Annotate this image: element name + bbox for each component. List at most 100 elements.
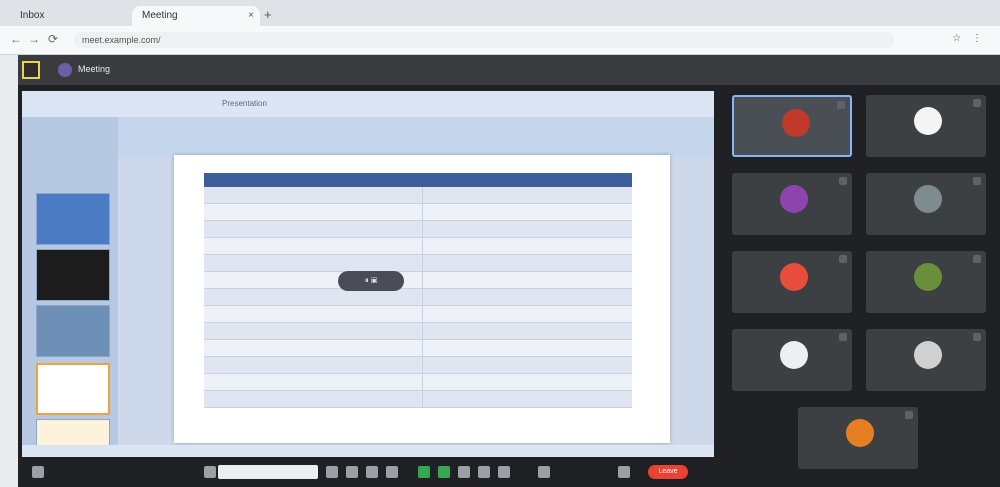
address-bar[interactable]: meet.example.com/: [74, 32, 894, 48]
participant-tile[interactable]: [732, 329, 852, 391]
table-cell: [422, 187, 632, 204]
mic-muted-icon: [973, 99, 981, 107]
search-input[interactable]: [218, 465, 318, 479]
presentation-caption: Presentation: [222, 99, 267, 108]
table-cell: [422, 305, 632, 323]
participant-tile[interactable]: [866, 251, 986, 313]
table-cell: [422, 339, 632, 357]
table-row: [204, 187, 632, 204]
browser-tab-bar: Inbox Meeting × +: [0, 0, 1000, 26]
table-cell: [422, 203, 632, 221]
address-bar-value: meet.example.com/: [82, 35, 161, 45]
settings-icon[interactable]: [538, 466, 550, 478]
table-cell: [204, 305, 423, 323]
back-icon[interactable]: ←: [10, 32, 22, 46]
slide-thumbnail-selected[interactable]: [36, 363, 110, 415]
reload-icon[interactable]: ⟳: [48, 32, 58, 46]
mic-muted-icon: [839, 177, 847, 185]
participant-avatar: [914, 263, 942, 291]
table-header-cell: [422, 173, 632, 187]
more-icon[interactable]: [498, 466, 510, 478]
table-cell: [204, 339, 423, 357]
present-icon[interactable]: [418, 466, 430, 478]
toolbar-icons[interactable]: ☆ ⋮: [952, 33, 986, 44]
table-cell: [422, 220, 632, 238]
table-cell: [204, 322, 423, 340]
meeting-header: Meeting: [18, 55, 1000, 85]
chat-icon[interactable]: [386, 466, 398, 478]
mic-icon[interactable]: [326, 466, 338, 478]
table-cell: [422, 288, 632, 306]
menu-icon[interactable]: [32, 466, 44, 478]
browser-toolbar: ← → ⟳ meet.example.com/ ☆ ⋮: [0, 26, 1000, 55]
table-row: [204, 220, 632, 238]
participant-avatar: [914, 341, 942, 369]
table-row: [204, 271, 632, 289]
people-icon[interactable]: [478, 466, 490, 478]
participant-tile[interactable]: [798, 407, 918, 469]
presentation-ribbon: [112, 117, 714, 157]
leave-button[interactable]: Leave: [648, 465, 688, 479]
record-icon[interactable]: [438, 466, 450, 478]
tab-label: Meeting: [142, 10, 178, 21]
table-cell: [422, 356, 632, 374]
participant-avatar: [914, 107, 942, 135]
table-row: [204, 254, 632, 272]
table-cell: [422, 373, 632, 391]
participant-avatar: [780, 263, 808, 291]
new-tab-button[interactable]: +: [264, 7, 272, 22]
slide-thumbnail[interactable]: [36, 193, 110, 245]
reactions-icon[interactable]: [458, 466, 470, 478]
app-logo-icon: [22, 61, 40, 79]
table-header-cell: [204, 173, 423, 187]
info-icon[interactable]: [618, 466, 630, 478]
table-cell: [204, 356, 423, 374]
table-row: [204, 305, 632, 323]
presentation-titlebar: Presentation: [22, 91, 714, 118]
table-cell: [422, 254, 632, 272]
table-cell: [204, 254, 423, 272]
table-row: [204, 390, 632, 408]
slide-canvas: [174, 155, 670, 443]
tab-label: Inbox: [20, 10, 45, 21]
participant-tile[interactable]: [732, 251, 852, 313]
table-cell: [204, 237, 423, 255]
mic-muted-icon: [973, 255, 981, 263]
table-cell: [422, 237, 632, 255]
table-cell: [204, 203, 423, 221]
browser-tab[interactable]: Inbox: [10, 6, 130, 26]
mic-muted-icon: [905, 411, 913, 419]
slide-thumbnails: [22, 117, 118, 457]
participant-tile[interactable]: [866, 95, 986, 157]
mic-muted-icon: [837, 101, 845, 109]
participant-tile[interactable]: [732, 173, 852, 235]
table-cell: [422, 390, 632, 408]
presentation-statusbar: [22, 445, 714, 457]
table-row: [204, 339, 632, 357]
close-icon[interactable]: ×: [248, 6, 254, 26]
forward-icon[interactable]: →: [28, 32, 40, 46]
browser-tab-active[interactable]: Meeting ×: [132, 6, 260, 26]
share-controls[interactable]: ⏸ ▣: [338, 271, 404, 291]
mic-muted-icon: [839, 333, 847, 341]
slide-table: [204, 173, 632, 408]
participant-avatar: [846, 419, 874, 447]
share-screen-icon[interactable]: [366, 466, 378, 478]
participant-avatar: [914, 185, 942, 213]
table-cell: [422, 271, 632, 289]
table-cell: [204, 373, 423, 391]
participant-tile[interactable]: [732, 95, 852, 157]
slide-thumbnail[interactable]: [36, 305, 110, 357]
table-row: [204, 288, 632, 306]
camera-icon[interactable]: [346, 466, 358, 478]
table-cell: [204, 390, 423, 408]
table-row: [204, 237, 632, 255]
table-row: [204, 356, 632, 374]
mic-muted-icon: [839, 255, 847, 263]
participant-tile[interactable]: [866, 173, 986, 235]
meeting-title: Meeting: [78, 64, 111, 74]
slide-thumbnail[interactable]: [36, 249, 110, 301]
participant-tile[interactable]: [866, 329, 986, 391]
grid-icon[interactable]: [204, 466, 216, 478]
table-cell: [204, 220, 423, 238]
